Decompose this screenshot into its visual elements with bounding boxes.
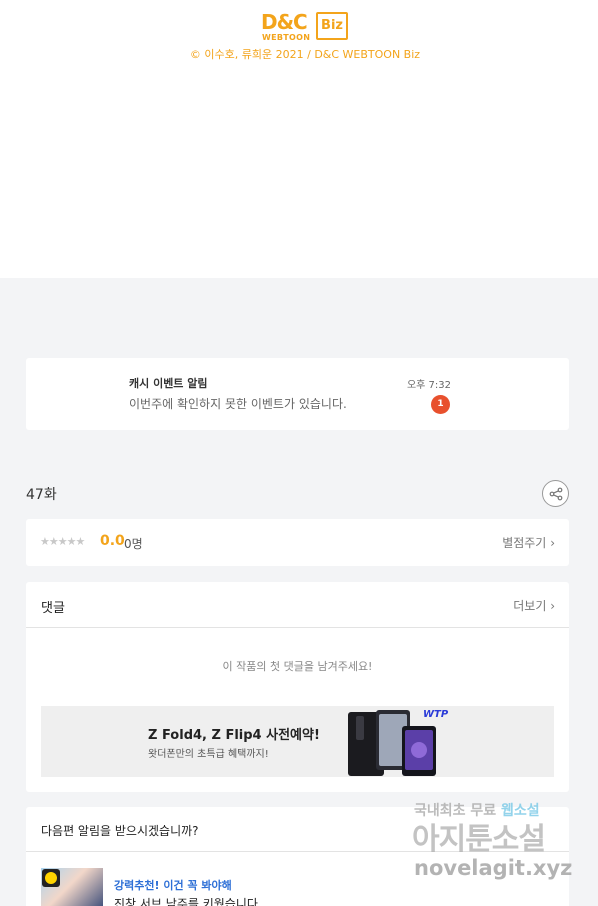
- notification-badge: 1: [431, 395, 450, 414]
- comments-empty-message: 이 작품의 첫 댓글을 남겨주세요!: [222, 660, 373, 673]
- notification-title: 캐시 이벤트 알림: [129, 377, 208, 390]
- comments-card: 댓글 더보기 › 이 작품의 첫 댓글을 남겨주세요! Z Fold4, Z F…: [26, 582, 569, 792]
- next-alert-question: 다음편 알림을 받으시겠습니까?: [41, 824, 199, 838]
- star-rating-icons: ★★★★★: [40, 535, 85, 548]
- notification-message: 이번주에 확인하지 못한 이벤트가 있습니다.: [129, 397, 347, 411]
- rate-button[interactable]: 별점주기 ›: [502, 534, 555, 551]
- rate-button-label: 별점주기: [502, 536, 547, 550]
- wtp-logo: WTP: [423, 709, 449, 720]
- episode-title: 47화: [26, 487, 57, 503]
- recommend-label[interactable]: 강력추천! 이건 꼭 봐야해: [114, 877, 232, 893]
- ad-title: Z Fold4, Z Flip4 사전예약!: [148, 728, 320, 743]
- copyright-text: © 이수호, 류희운 2021 / D&C WEBTOON Biz: [189, 48, 421, 61]
- rating-score: 0.0: [100, 533, 125, 549]
- recommend-description[interactable]: 진창 서브 남주를 키웠습니다: [114, 895, 258, 906]
- rating-count: 0명: [124, 537, 143, 551]
- chevron-right-icon: ›: [550, 536, 555, 550]
- recommend-thumbnail[interactable]: [41, 868, 103, 906]
- notification-time: 오후 7:32: [406, 380, 451, 391]
- comments-header: 댓글 더보기 ›: [26, 582, 569, 628]
- clock-icon: [42, 869, 60, 887]
- dc-webtoon-biz-logo: D&C WEBTOON Biz: [258, 10, 350, 44]
- share-button[interactable]: [542, 480, 569, 507]
- ad-subtitle: 왓더폰만의 초특급 혜택까지!: [148, 749, 269, 760]
- chevron-right-icon: ›: [550, 599, 555, 613]
- ad-banner[interactable]: Z Fold4, Z Flip4 사전예약! 왓더폰만의 초특급 혜택까지! W…: [41, 706, 554, 777]
- logo-biz-text: Biz: [316, 12, 348, 40]
- logo-webtoon-text: WEBTOON: [262, 33, 311, 42]
- site-watermark: 국내최초 무료 웹소설 아지툰소설 novelagit.xyz: [412, 800, 592, 890]
- cash-event-notification[interactable]: 캐시 이벤트 알림 이번주에 확인하지 못한 이벤트가 있습니다. 오후 7:3…: [26, 358, 569, 430]
- watermark-line3: novelagit.xyz: [414, 856, 573, 880]
- comments-more-label: 더보기: [513, 599, 547, 613]
- rating-card: ★★★★★ 0.0 0명 별점주기 ›: [26, 519, 569, 566]
- comments-label: 댓글: [41, 601, 65, 616]
- share-icon: [549, 487, 563, 501]
- logo-dc-text: D&C: [261, 10, 308, 34]
- comments-more-button[interactable]: 더보기 ›: [513, 597, 555, 614]
- watermark-line2: 아지툰소설: [412, 822, 546, 857]
- webtoon-image-area: D&C WEBTOON Biz © 이수호, 류희운 2021 / D&C WE…: [0, 0, 598, 278]
